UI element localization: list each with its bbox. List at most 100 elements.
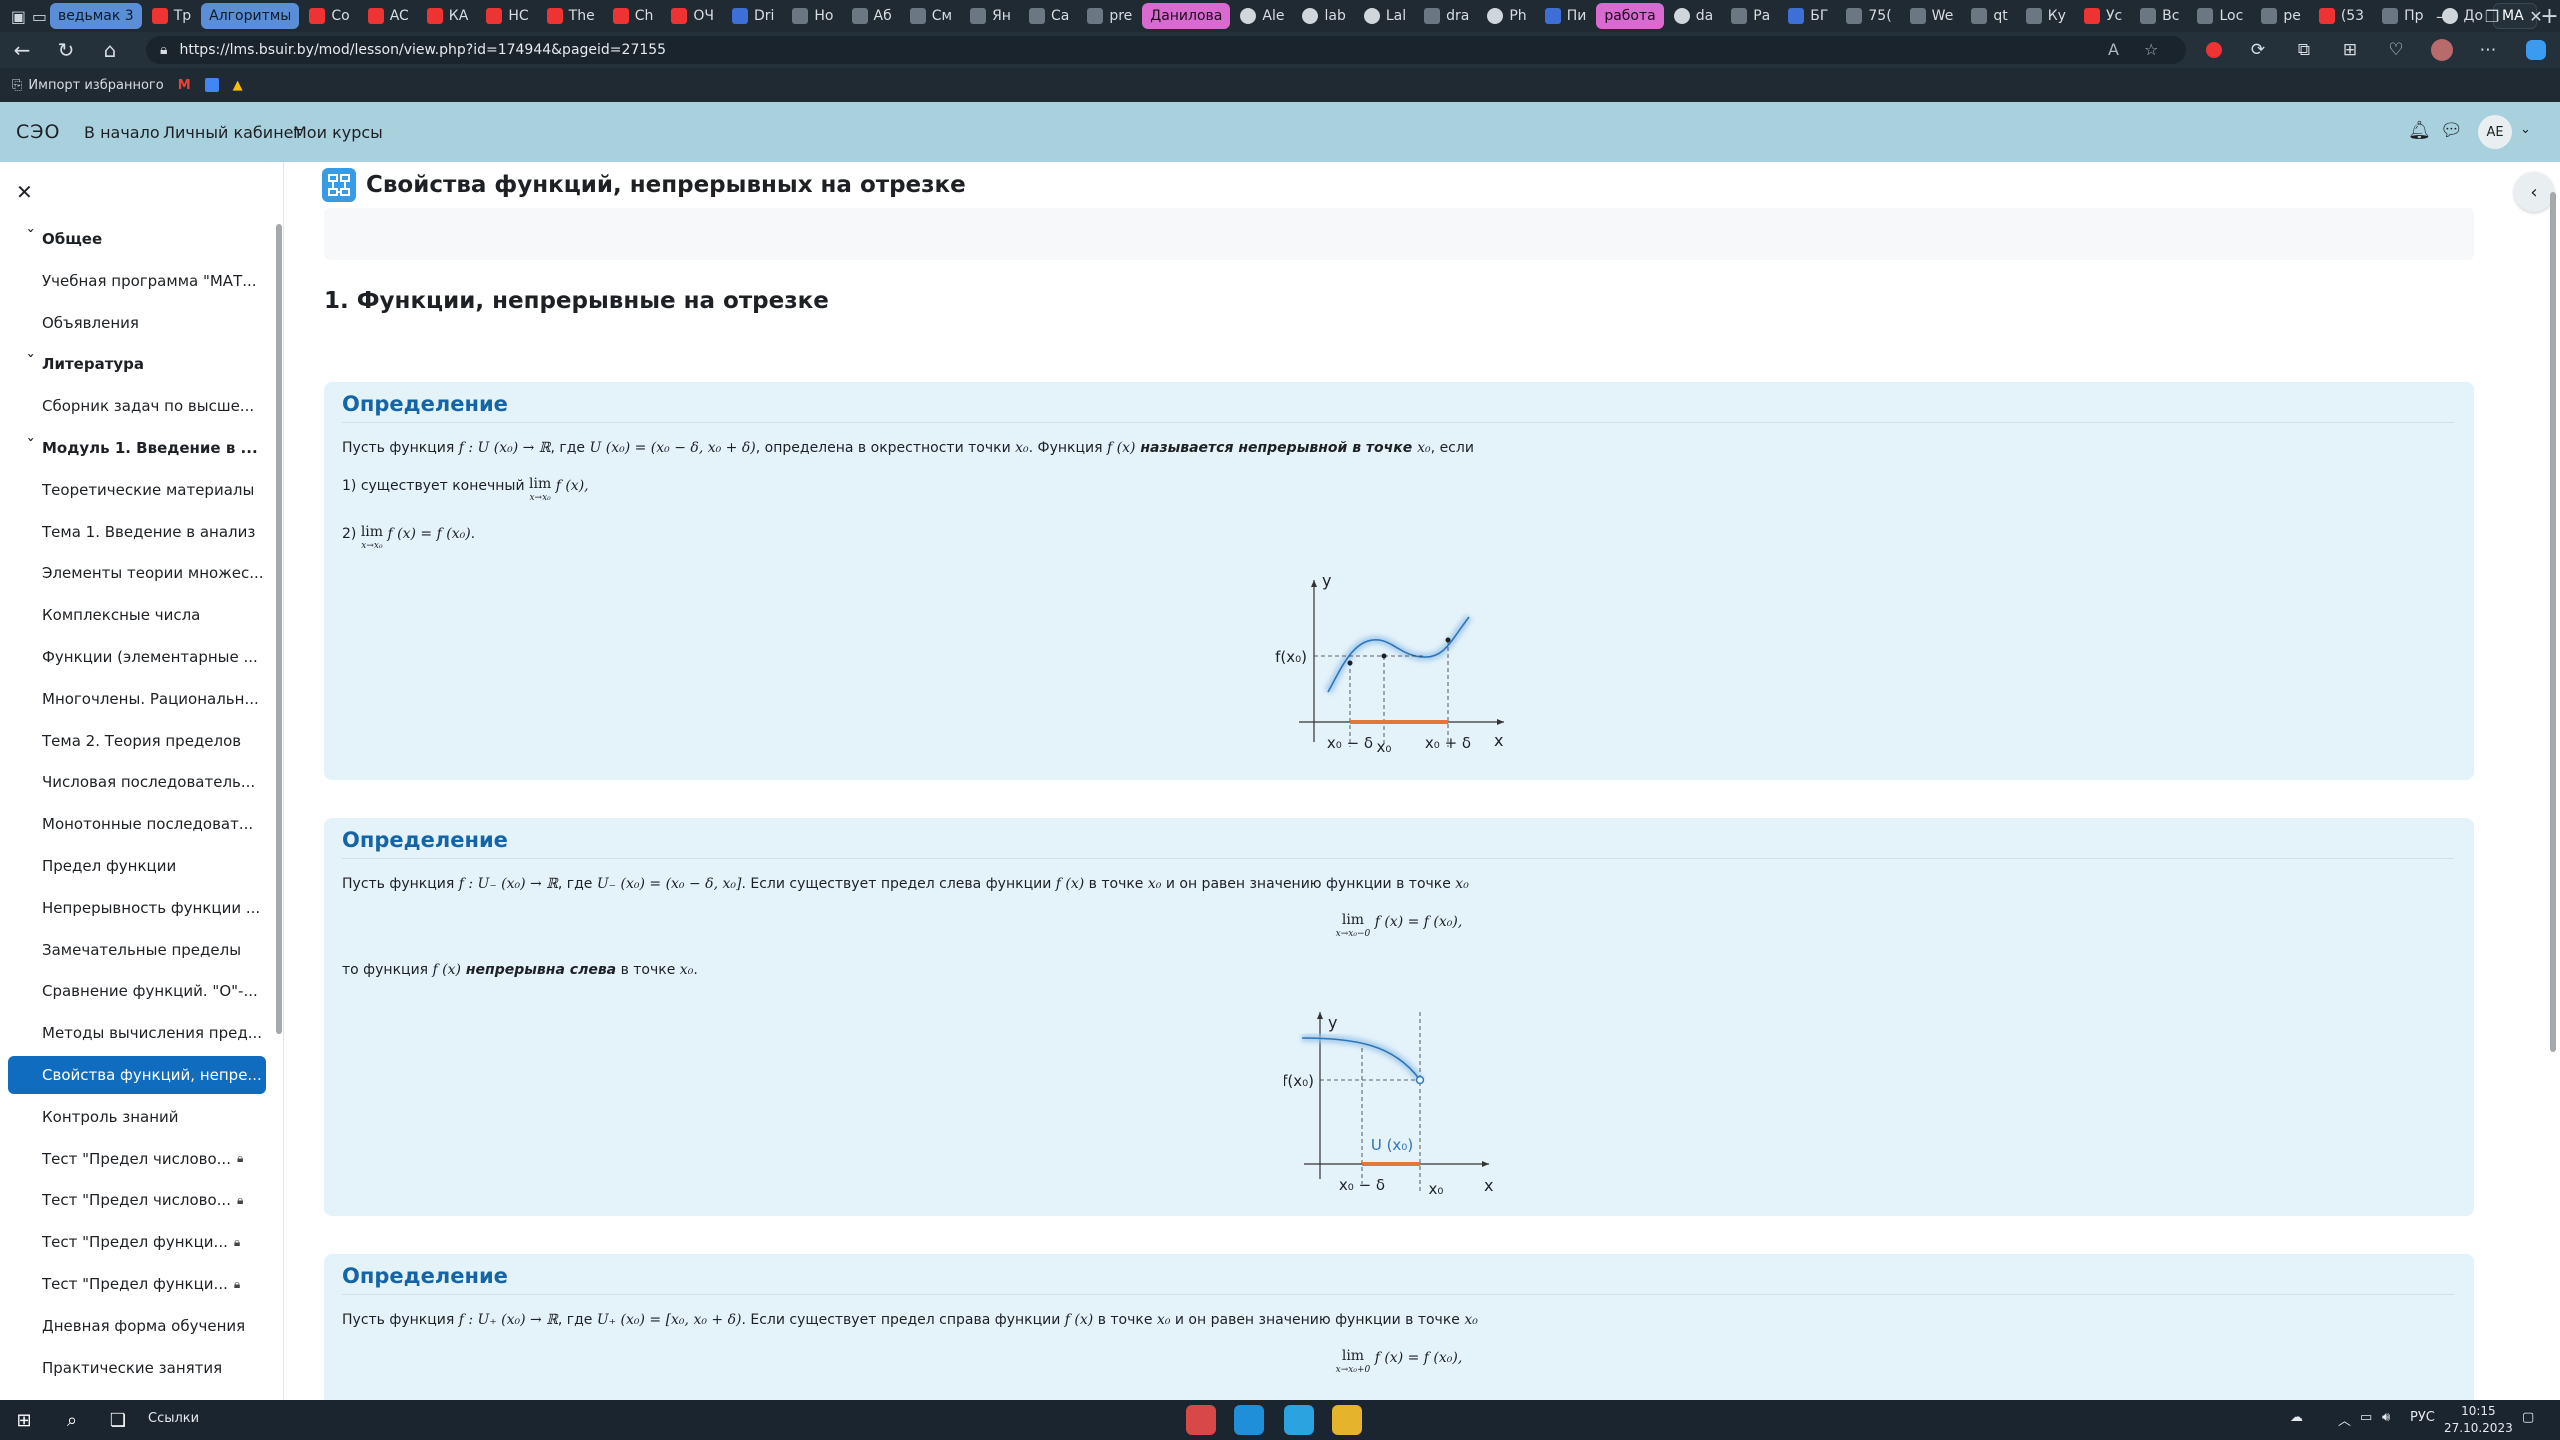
taskbar-app-edge[interactable] xyxy=(1234,1405,1264,1435)
block-drawer-toggle-icon[interactable]: ‹ xyxy=(2514,172,2554,212)
page-scrollbar[interactable] xyxy=(2550,192,2556,1052)
browser-tab[interactable]: (53 xyxy=(2311,3,2372,29)
workspaces-icon[interactable]: ▣ xyxy=(8,2,29,30)
favorite-star-icon[interactable]: ☆ xyxy=(2144,40,2158,59)
notification-center-icon[interactable]: ▢ xyxy=(2522,1410,2534,1425)
browser-tab[interactable]: ре xyxy=(2253,3,2309,29)
task-view-icon[interactable]: ❏ xyxy=(104,1406,132,1434)
course-activity-item[interactable]: Методы вычисления пред... xyxy=(8,1014,266,1052)
chevron-down-icon[interactable]: › xyxy=(24,353,38,375)
course-activity-item[interactable]: Контроль знаний xyxy=(8,1098,266,1136)
back-icon[interactable]: ← xyxy=(0,32,44,68)
browser-tab[interactable]: Ус xyxy=(2076,3,2130,29)
taskbar-app-explorer[interactable] xyxy=(1332,1405,1362,1435)
extensions-icon[interactable]: ⟳ xyxy=(2244,36,2272,64)
language-indicator[interactable]: РУС xyxy=(2410,1410,2435,1425)
course-activity-item[interactable]: Тема 1. Введение в анализ xyxy=(8,513,266,551)
course-activity-item[interactable]: Тест "Предел числово... 🔒︎ xyxy=(8,1181,266,1219)
browser-tab[interactable]: См xyxy=(902,3,960,29)
course-activity-item[interactable]: Учебная программа "МАТ... xyxy=(8,262,266,300)
split-screen-icon[interactable]: ⧉ xyxy=(2290,36,2318,64)
taskbar-app-chat[interactable] xyxy=(1186,1405,1216,1435)
bookmark-gmail[interactable]: M xyxy=(178,78,191,93)
course-activity-item[interactable]: Свойства функций, непре... xyxy=(8,1056,266,1094)
browser-tab[interactable]: ОЧ xyxy=(663,3,722,29)
bookmark-drive[interactable]: ▲ xyxy=(233,78,243,93)
read-aloud-icon[interactable]: A xyxy=(2108,40,2119,59)
close-window-button[interactable]: ✕ xyxy=(2512,0,2560,32)
course-activity-item[interactable]: ПЗ. Комплексные числа xyxy=(8,1390,266,1400)
taskbar-app-telegram[interactable] xyxy=(1284,1405,1314,1435)
course-activity-item[interactable]: Предел функции xyxy=(8,847,266,885)
browser-tab[interactable]: работа xyxy=(1596,3,1664,29)
user-avatar[interactable]: AE xyxy=(2478,115,2512,149)
browser-tab[interactable]: Co xyxy=(301,3,357,29)
browser-tab[interactable]: Аб xyxy=(844,3,900,29)
browser-tab[interactable]: pre xyxy=(1079,3,1140,29)
course-section-item[interactable]: › Литература xyxy=(8,345,266,383)
browser-tab[interactable]: Данилова xyxy=(1142,3,1231,29)
course-activity-item[interactable]: Числовая последователь... xyxy=(8,763,266,801)
browser-tab[interactable]: Алгоритмы xyxy=(201,3,300,29)
browser-tab[interactable]: Вс xyxy=(2132,3,2187,29)
notifications-bell-icon[interactable]: 🔔︎ xyxy=(2408,120,2431,141)
browser-tab[interactable]: НС xyxy=(478,3,536,29)
maximize-button[interactable]: ❐ xyxy=(2468,0,2516,32)
site-logo[interactable]: СЭО xyxy=(16,121,61,143)
browser-tab[interactable]: БГ xyxy=(1780,3,1836,29)
onedrive-icon[interactable]: ☁ xyxy=(2290,1410,2303,1425)
url-field[interactable]: 🔒︎ https://lms.bsuir.by/mod/lesson/view.… xyxy=(146,36,2186,64)
browser-tab[interactable]: dra xyxy=(1416,3,1477,29)
tray-overflow-icon[interactable]: ︿ xyxy=(2338,1410,2351,1429)
course-activity-item[interactable]: Тест "Предел функци... 🔒︎ xyxy=(8,1223,266,1261)
browser-tab[interactable]: Lal xyxy=(1356,3,1414,29)
nav-dashboard[interactable]: Личный кабинет xyxy=(163,123,303,142)
network-icon[interactable]: ▭ xyxy=(2360,1410,2372,1425)
course-activity-item[interactable]: Дневная форма обучения xyxy=(8,1307,266,1345)
close-drawer-icon[interactable]: ✕ xyxy=(16,180,33,204)
browser-tab[interactable]: lab xyxy=(1294,3,1353,29)
course-activity-item[interactable]: Непрерывность функции ... xyxy=(8,889,266,927)
more-menu-icon[interactable]: ⋯ xyxy=(2474,36,2502,64)
browser-tab[interactable]: 75( xyxy=(1838,3,1899,29)
browser-tab[interactable]: Пи xyxy=(1537,3,1595,29)
browser-tab[interactable]: Са xyxy=(1021,3,1077,29)
drawer-scrollbar[interactable] xyxy=(276,224,282,1034)
browser-tab[interactable]: Ph xyxy=(1479,3,1534,29)
course-activity-item[interactable]: Монотонные последоват... xyxy=(8,805,266,843)
browser-tab[interactable]: Dri xyxy=(724,3,782,29)
course-activity-item[interactable]: Многочлены. Рациональн... xyxy=(8,680,266,718)
course-section-item[interactable]: › Общее xyxy=(8,220,266,258)
tab-actions-icon[interactable]: ▭ xyxy=(29,2,50,30)
minimize-button[interactable]: — xyxy=(2420,0,2468,32)
browser-tab[interactable]: Ale xyxy=(1232,3,1292,29)
browser-tab[interactable]: da xyxy=(1666,3,1721,29)
course-activity-item[interactable]: Тема 2. Теория пределов xyxy=(8,722,266,760)
browser-essentials-icon[interactable]: ♡ xyxy=(2382,36,2410,64)
browser-tab[interactable]: qt xyxy=(1963,3,2015,29)
course-section-item[interactable]: › Модуль 1. Введение в ... xyxy=(8,429,266,467)
course-activity-item[interactable]: Тест "Предел числово... 🔒︎ xyxy=(8,1140,266,1178)
reload-icon[interactable]: ↻ xyxy=(44,32,88,68)
copilot-icon[interactable] xyxy=(2522,36,2550,64)
course-activity-item[interactable]: Теоретические материалы xyxy=(8,471,266,509)
course-activity-item[interactable]: Сборник задач по высше... xyxy=(8,387,266,425)
course-activity-item[interactable]: Элементы теории множес... xyxy=(8,554,266,592)
course-activity-item[interactable]: Практические занятия xyxy=(8,1349,266,1387)
browser-tab[interactable]: We xyxy=(1902,3,1962,29)
messages-icon[interactable]: 💬︎ xyxy=(2440,120,2463,141)
taskbar-links-label[interactable]: Ссылки xyxy=(148,1411,199,1426)
nav-home[interactable]: В начало xyxy=(84,123,160,142)
course-activity-item[interactable]: Замечательные пределы xyxy=(8,931,266,969)
course-activity-item[interactable]: Тест "Предел функци... 🔒︎ xyxy=(8,1265,266,1303)
extension-red-icon[interactable] xyxy=(2200,36,2228,64)
browser-tab[interactable]: Ра xyxy=(1723,3,1778,29)
bookmark-import[interactable]: ⎘ Импорт избранного xyxy=(12,78,164,93)
course-activity-item[interactable]: Объявления xyxy=(8,304,266,342)
browser-tab[interactable]: Loc xyxy=(2189,3,2251,29)
profile-icon[interactable] xyxy=(2428,36,2456,64)
course-activity-item[interactable]: Сравнение функций. "О"-... xyxy=(8,972,266,1010)
browser-tab[interactable]: Ян xyxy=(962,3,1019,29)
collections-icon[interactable]: ⊞ xyxy=(2336,36,2364,64)
browser-tab[interactable]: Тр xyxy=(144,3,199,29)
